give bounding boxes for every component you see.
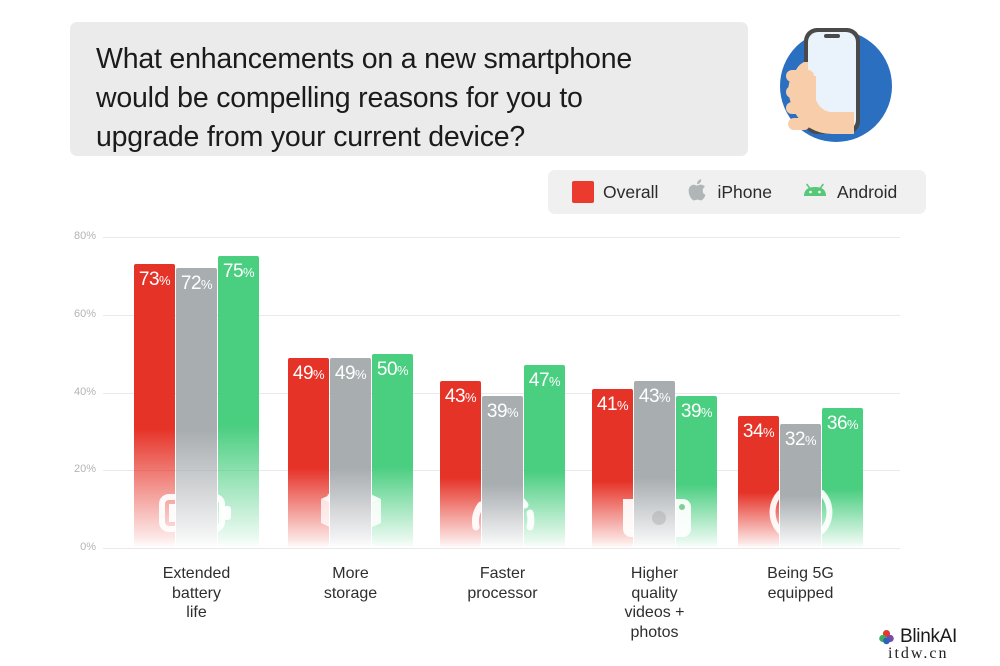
bar-iphone-2[interactable]: 49% bbox=[330, 357, 371, 548]
bar-android-1[interactable]: 75% bbox=[218, 256, 259, 548]
bar-android-5[interactable]: 36% bbox=[822, 408, 863, 548]
category-label: Faster processor bbox=[423, 564, 583, 603]
bar-overall-4[interactable]: 41% bbox=[592, 388, 633, 548]
bar-value-label: 39% bbox=[680, 401, 713, 423]
bar-value-label: 49% bbox=[292, 362, 325, 384]
category-label-line: Higher bbox=[630, 565, 679, 582]
bar-value-label: 49% bbox=[334, 362, 367, 384]
bar-fill bbox=[330, 357, 371, 548]
category-label: More storage bbox=[271, 564, 431, 603]
category-label-line: quality bbox=[631, 584, 678, 602]
bar-value-label: 41% bbox=[596, 393, 629, 415]
bar-overall-5[interactable]: 34% bbox=[738, 415, 779, 548]
bar-fill bbox=[372, 353, 413, 548]
bar-value-label: 72% bbox=[180, 273, 213, 295]
y-axis-tick-label: 40% bbox=[73, 385, 96, 398]
bar-overall-2[interactable]: 49% bbox=[288, 357, 329, 548]
bar-fill bbox=[134, 264, 175, 548]
bar-iphone-1[interactable]: 72% bbox=[176, 268, 217, 548]
bar-iphone-5[interactable]: 32% bbox=[780, 423, 821, 548]
gridline bbox=[103, 237, 900, 238]
category-label-line: equipped bbox=[767, 584, 834, 602]
bar-value-label: 73% bbox=[138, 269, 171, 291]
category-label-line: More bbox=[332, 565, 369, 582]
category-label-line: photos bbox=[630, 623, 679, 641]
bar-fill bbox=[218, 256, 259, 548]
y-axis-tick-label: 20% bbox=[73, 463, 96, 476]
bar-value-label: 36% bbox=[826, 413, 859, 435]
category-label-line: battery bbox=[172, 584, 221, 602]
bar-chart: 0% 20% 40% 60% 80% 73% 72% 75% 49% 49% 50% 43% 39% 4… bbox=[0, 0, 1000, 666]
bar-value-label: 50% bbox=[376, 358, 409, 380]
bar-android-2[interactable]: 50% bbox=[372, 353, 413, 548]
y-axis-tick-label: 80% bbox=[73, 230, 96, 242]
bar-value-label: 32% bbox=[784, 428, 817, 450]
category-label-line: Being 5G bbox=[767, 565, 834, 582]
category-label-line: processor bbox=[467, 584, 538, 602]
category-label-line: life bbox=[186, 604, 207, 621]
bar-value-label: 43% bbox=[638, 385, 671, 407]
bar-value-label: 34% bbox=[742, 420, 775, 442]
bar-android-3[interactable]: 47% bbox=[524, 365, 565, 548]
bar-fill bbox=[288, 357, 329, 548]
category-label: Higher quality videos + photos bbox=[575, 564, 735, 642]
bar-value-label: 39% bbox=[486, 401, 519, 423]
bar-overall-3[interactable]: 43% bbox=[440, 380, 481, 548]
bar-value-label: 43% bbox=[444, 385, 477, 407]
category-label: Extended battery life bbox=[117, 564, 277, 623]
category-label-line: storage bbox=[323, 584, 378, 602]
bar-iphone-3[interactable]: 39% bbox=[482, 396, 523, 548]
category-label-line: Extended bbox=[162, 565, 231, 582]
category-label: Being 5G equipped bbox=[721, 564, 881, 603]
watermark-url: itdw.cn bbox=[888, 645, 949, 662]
gridline bbox=[103, 548, 900, 549]
y-axis-tick-label: 0% bbox=[80, 541, 96, 553]
blinkai-flower-icon bbox=[879, 629, 894, 644]
infographic-root: What enhancements on a new smartphone wo… bbox=[0, 0, 1000, 666]
bar-iphone-4[interactable]: 43% bbox=[634, 380, 675, 548]
bar-fill bbox=[524, 365, 565, 548]
bar-fill bbox=[176, 268, 217, 548]
bar-overall-1[interactable]: 73% bbox=[134, 264, 175, 548]
category-label-line: Faster bbox=[479, 565, 526, 582]
bar-value-label: 75% bbox=[222, 261, 255, 283]
y-axis-tick-label: 60% bbox=[73, 307, 96, 320]
bar-android-4[interactable]: 39% bbox=[676, 396, 717, 548]
category-label-line: videos + bbox=[624, 604, 685, 621]
bar-value-label: 47% bbox=[528, 370, 561, 392]
